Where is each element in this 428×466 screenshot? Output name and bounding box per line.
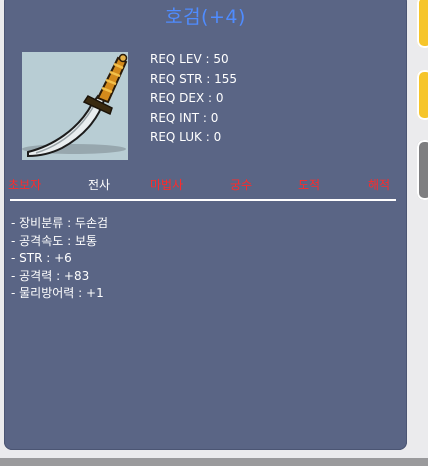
requirements-list: REQ LEV : 50 REQ STR : 155 REQ DEX : 0 R…	[150, 50, 237, 148]
side-tab-top[interactable]	[417, 0, 428, 48]
job-beginner: 초보자	[8, 178, 42, 192]
sword-icon	[22, 53, 128, 158]
req-str: REQ STR : 155	[150, 71, 238, 86]
job-bowman: 궁수	[230, 178, 253, 192]
job-thief: 도적	[298, 178, 321, 192]
divider	[10, 199, 396, 201]
stat-defense: - 물리방어력 : +1	[11, 286, 104, 300]
req-dex: REQ DEX : 0	[150, 91, 224, 105]
stat-attack-speed: - 공격속도 : 보통	[11, 233, 98, 248]
req-int: REQ INT : 0	[150, 110, 219, 125]
bottom-bar	[0, 458, 428, 466]
req-level: REQ LEV : 50	[150, 52, 229, 66]
item-name: 호검(+4)	[165, 6, 246, 28]
side-tab-bottom[interactable]	[417, 140, 428, 200]
job-warrior: 전사	[88, 178, 111, 192]
stat-category: - 장비분류 : 두손검	[11, 216, 109, 230]
screen: 호검(+4) REQ LEV : 50 REQ STR : 155 REQ DE…	[0, 0, 428, 466]
job-magician: 마법사	[150, 178, 184, 192]
item-icon-frame	[22, 52, 128, 160]
job-row: 초보자 전사 마법사 궁수 도적 해적	[4, 176, 407, 194]
stats-list: - 장비분류 : 두손검 - 공격속도 : 보통 - STR : +6 - 공격…	[11, 215, 108, 303]
stat-str: - STR : +6	[11, 251, 72, 265]
side-tab-middle[interactable]	[417, 70, 428, 120]
req-luk: REQ LUK : 0	[150, 130, 222, 144]
stat-attack: - 공격력 : +83	[11, 268, 90, 283]
job-pirate: 해적	[368, 178, 391, 192]
item-tooltip: 호검(+4) REQ LEV : 50 REQ STR : 155 REQ DE…	[4, 0, 407, 450]
